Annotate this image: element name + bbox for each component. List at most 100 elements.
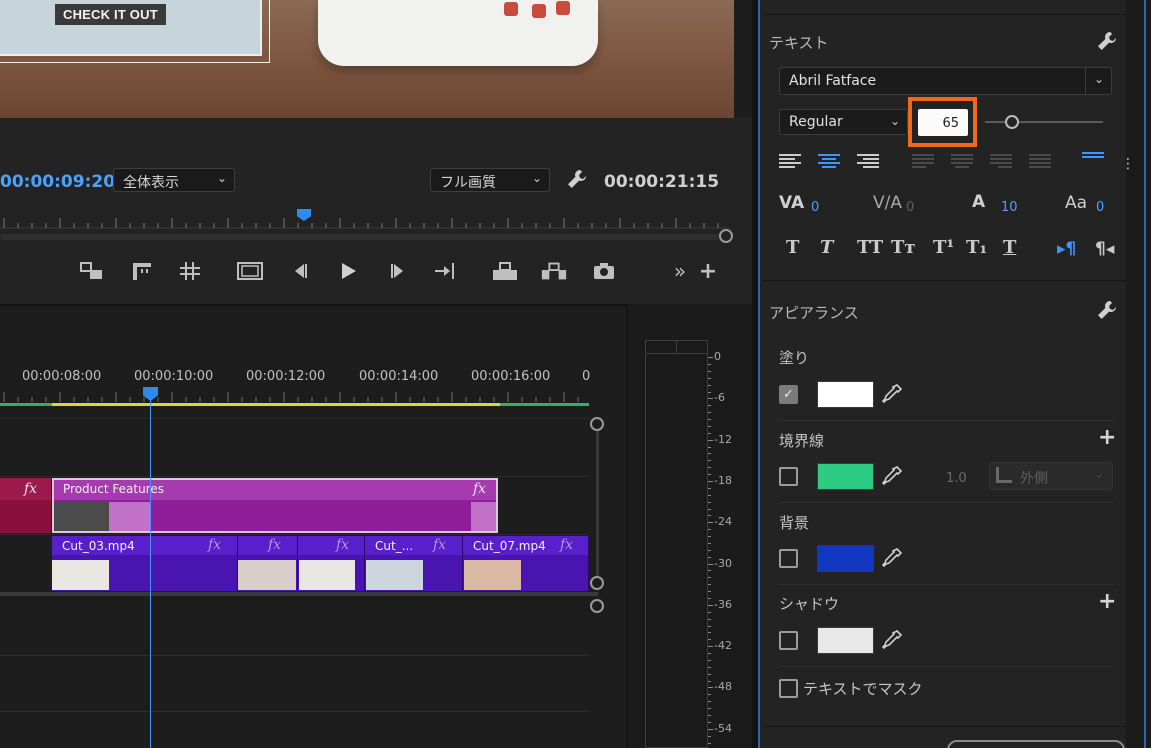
eyedropper-icon[interactable]: [881, 465, 903, 492]
stroke-width-value[interactable]: 1.0: [946, 471, 967, 486]
eyedropper-icon[interactable]: [881, 629, 903, 656]
background-color-swatch[interactable]: [817, 545, 874, 572]
add-shadow-icon[interactable]: +: [1098, 589, 1116, 614]
track-divider: [0, 711, 590, 712]
db-tick: [708, 439, 713, 441]
justify-left-icon[interactable]: [912, 152, 936, 174]
scroll-handle[interactable]: [590, 417, 604, 431]
step-back-button[interactable]: [286, 258, 314, 284]
lift-button[interactable]: [491, 258, 519, 284]
section-divider: [779, 420, 1114, 421]
fx-badge: fx: [24, 481, 38, 497]
add-button-icon[interactable]: +: [694, 258, 722, 284]
chevron-down-icon: ⌄: [1093, 72, 1104, 86]
db-tick: [708, 673, 711, 675]
justify-right-icon[interactable]: [990, 152, 1014, 174]
wrench-icon[interactable]: [1096, 30, 1118, 57]
db-tick: [708, 666, 711, 668]
monitor-time-ruler[interactable]: [0, 208, 730, 230]
font-size-slider[interactable]: [985, 121, 1103, 123]
play-button[interactable]: [334, 258, 362, 284]
mark-in-button[interactable]: [128, 258, 156, 284]
align-right-icon[interactable]: [857, 152, 881, 174]
monitor-scroll-handle[interactable]: [719, 229, 733, 243]
stroke-checkbox[interactable]: [779, 467, 798, 486]
more-controls-icon[interactable]: »: [666, 258, 694, 284]
panel-scrollbar[interactable]: [1126, 0, 1151, 748]
current-timecode[interactable]: 00:00:09:20: [0, 172, 115, 192]
db-label: -30: [714, 556, 732, 570]
underline-button[interactable]: T: [1003, 237, 1016, 258]
background-checkbox[interactable]: [779, 549, 798, 568]
align-center-icon[interactable]: [818, 152, 842, 174]
add-marker-button[interactable]: [78, 258, 106, 284]
faux-italic-button[interactable]: T: [820, 237, 833, 258]
camera-icon[interactable]: [590, 258, 618, 284]
timeline-vertical-scrollbar[interactable]: [596, 428, 599, 578]
track-divider: [0, 655, 590, 656]
scroll-handle[interactable]: [590, 599, 604, 613]
font-family-value: Abril Fatface: [789, 73, 877, 89]
add-stroke-icon[interactable]: +: [1098, 425, 1116, 450]
monitor-zoom-scrollbar[interactable]: [0, 234, 722, 240]
shadow-checkbox[interactable]: [779, 631, 798, 650]
go-to-out-button[interactable]: [431, 258, 459, 284]
font-family-select[interactable]: Abril Fatface ⌄: [779, 67, 1112, 95]
zoom-level-select[interactable]: 全体表示 ⌄: [113, 168, 235, 192]
font-size-slider-handle[interactable]: [1005, 115, 1019, 129]
scroll-handle[interactable]: [590, 576, 604, 590]
clip-thumbnail: [52, 560, 109, 590]
grid-icon[interactable]: [176, 258, 204, 284]
justify-all-icon[interactable]: [1029, 152, 1053, 174]
playback-quality-select[interactable]: フル画質 ⌄: [430, 168, 550, 192]
small-caps-button[interactable]: Tт: [891, 237, 916, 258]
db-tick: [708, 687, 713, 689]
superscript-button[interactable]: T¹: [933, 237, 954, 258]
justify-center-icon[interactable]: [951, 152, 975, 174]
ltr-direction-icon[interactable]: ▸¶: [1057, 239, 1076, 259]
step-forward-button[interactable]: [384, 258, 412, 284]
timeline-horizontal-scrollbar[interactable]: [0, 592, 598, 596]
font-size-input[interactable]: 65: [918, 109, 968, 136]
db-tick: [708, 639, 711, 641]
all-caps-button[interactable]: TT: [857, 237, 883, 258]
background-label: 背景: [779, 514, 810, 532]
align-left-icon[interactable]: [779, 152, 803, 174]
section-divider: [779, 666, 1114, 667]
faux-bold-button[interactable]: T: [786, 237, 799, 258]
mask-with-text-checkbox[interactable]: [779, 679, 798, 698]
render-bar-green: [0, 403, 52, 406]
db-tick: [708, 604, 713, 606]
program-monitor-preview[interactable]: CHECK IT OUT: [0, 0, 734, 118]
vertical-align-top-icon[interactable]: [1082, 150, 1106, 172]
baseline-shift-value[interactable]: 0: [1096, 200, 1104, 215]
shadow-color-swatch[interactable]: [817, 627, 874, 654]
db-tick: [708, 474, 711, 476]
wrench-icon[interactable]: [566, 168, 588, 195]
eyedropper-icon[interactable]: [881, 383, 903, 410]
more-options-icon[interactable]: ⋮: [1121, 156, 1135, 172]
db-tick: [708, 494, 711, 496]
bottom-panel-button[interactable]: [947, 740, 1125, 748]
safe-margins-button[interactable]: [236, 258, 264, 284]
font-style-select[interactable]: Regular ⌄: [779, 109, 908, 135]
timeline-ruler[interactable]: [0, 388, 590, 402]
section-divider: [779, 584, 1114, 585]
appearance-section-title: アピアランス: [769, 304, 859, 322]
kerning-value[interactable]: 0: [811, 200, 819, 215]
wrench-icon[interactable]: [1096, 299, 1118, 326]
fill-checkbox[interactable]: ✓: [779, 385, 798, 404]
db-tick: [708, 467, 711, 469]
fill-color-swatch[interactable]: [817, 381, 874, 408]
rtl-direction-icon[interactable]: ¶◂: [1095, 239, 1114, 259]
extract-button[interactable]: [540, 258, 568, 284]
leading-value[interactable]: 10: [1001, 200, 1018, 215]
db-tick: [708, 515, 711, 517]
db-tick: [708, 659, 711, 661]
db-tick: [708, 405, 711, 407]
stroke-color-swatch[interactable]: [817, 463, 874, 490]
db-tick: [708, 646, 713, 648]
eyedropper-icon[interactable]: [881, 547, 903, 574]
tracking-value[interactable]: 0: [906, 200, 914, 215]
subscript-button[interactable]: T₁: [966, 237, 987, 258]
